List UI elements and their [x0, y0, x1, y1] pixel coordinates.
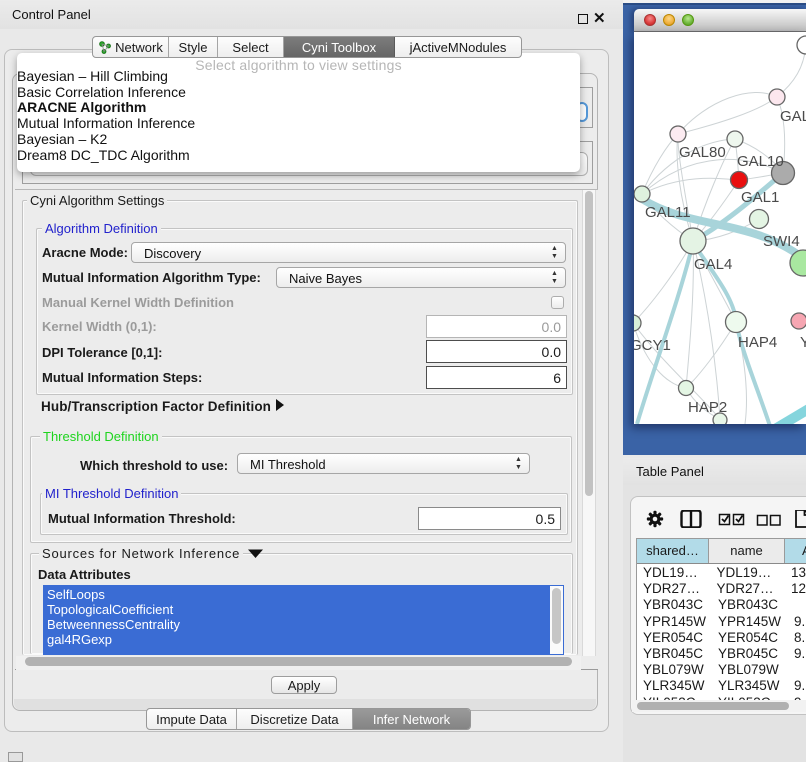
svg-text:GAL4: GAL4	[694, 256, 732, 273]
svg-text:HAP2: HAP2	[688, 399, 727, 416]
svg-text:Y: Y	[800, 334, 806, 351]
svg-text:GAL10: GAL10	[737, 153, 784, 170]
svg-text:GAL1: GAL1	[741, 189, 779, 206]
svg-text:GAL80: GAL80	[679, 144, 726, 161]
svg-text:SWI4: SWI4	[763, 233, 800, 250]
svg-text:GCY1: GCY1	[634, 337, 671, 354]
svg-text:HAP4: HAP4	[738, 334, 777, 351]
svg-text:GAL: GAL	[780, 108, 806, 125]
svg-text:GAL11: GAL11	[645, 204, 691, 221]
